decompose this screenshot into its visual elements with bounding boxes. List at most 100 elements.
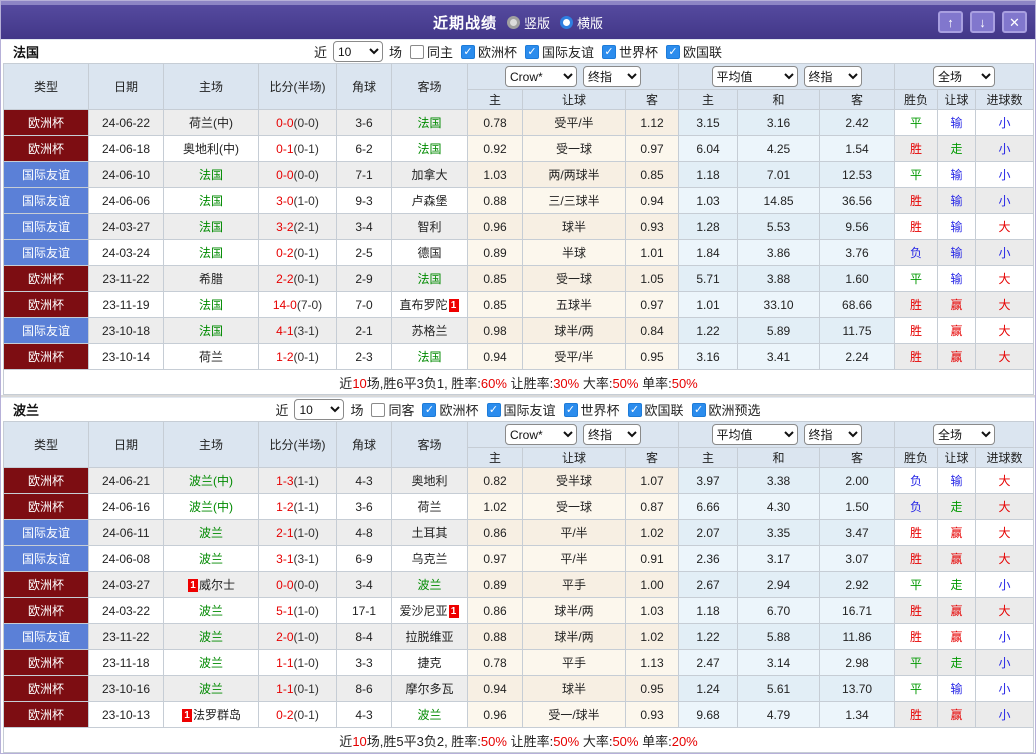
match-date: 24-06-10 bbox=[88, 161, 164, 188]
competition-checkbox[interactable]: ✓ bbox=[460, 44, 475, 59]
filter-row: 法国近 10 场同主 ✓ 欧洲杯 ✓ 国际友谊 ✓ 世界杯 ✓ 欧国联 bbox=[1, 39, 1035, 63]
away-team: 法国 bbox=[391, 109, 468, 136]
match-row: 欧洲杯 23-10-16 波兰 1-1(0-1) 8-6 摩尔多瓦 0.94 球半 0.95 1.… bbox=[3, 675, 1035, 702]
match-date: 24-06-18 bbox=[88, 135, 164, 162]
average-select[interactable]: 平均值 bbox=[711, 424, 798, 445]
avg-draw: 3.88 bbox=[737, 265, 821, 292]
odds-stage-select[interactable]: 终指 bbox=[583, 424, 642, 445]
away-team: 智利 bbox=[391, 213, 468, 240]
avg-stage-select[interactable]: 终指 bbox=[803, 424, 862, 445]
competition-checkbox[interactable]: ✓ bbox=[525, 44, 539, 59]
average-select[interactable]: 平均值 bbox=[711, 66, 798, 87]
competition-checkbox[interactable]: ✓ bbox=[627, 402, 642, 417]
home-team: 波兰 bbox=[163, 545, 259, 572]
near-label: 近 bbox=[275, 403, 289, 418]
avg-stage-select[interactable]: 终指 bbox=[803, 66, 862, 87]
result-outcome: 平 bbox=[894, 265, 939, 292]
score: 0-1(0-1) bbox=[258, 135, 337, 162]
red-card-badge: 1 bbox=[187, 579, 198, 593]
match-type-badge: 国际友谊 bbox=[3, 161, 89, 188]
column-subheader: 客 bbox=[819, 447, 896, 468]
result-handicap: 输 bbox=[937, 675, 977, 702]
horizontal-layout-radio[interactable]: 横版 bbox=[560, 13, 603, 32]
score: 1-1(0-1) bbox=[258, 675, 337, 702]
column-subheader: 客 bbox=[624, 89, 680, 110]
competition-checkbox[interactable]: ✓ bbox=[691, 402, 706, 417]
away-team: 波兰 bbox=[391, 571, 468, 598]
match-row: 国际友谊 24-06-08 波兰 3-1(3-1) 6-9 乌克兰 0.97 平/半 0.91 2… bbox=[3, 545, 1035, 572]
match-date: 24-06-06 bbox=[88, 187, 164, 214]
avg-away: 11.86 bbox=[819, 623, 896, 650]
column-header: 比分(半场) bbox=[258, 421, 337, 468]
result-outcome: 胜 bbox=[894, 623, 939, 650]
result-goals: 大 bbox=[975, 213, 1035, 240]
odds-away: 1.07 bbox=[624, 467, 680, 494]
result-outcome: 胜 bbox=[894, 701, 939, 728]
odds-stage-select[interactable]: 终指 bbox=[583, 66, 642, 87]
away-team: 拉脱维亚 bbox=[391, 623, 468, 650]
match-count-select[interactable]: 10 bbox=[294, 399, 345, 420]
odds-home: 0.94 bbox=[467, 343, 523, 370]
avg-draw: 4.25 bbox=[737, 135, 821, 162]
odds-home: 1.02 bbox=[467, 493, 523, 520]
avg-home: 2.36 bbox=[678, 545, 739, 572]
match-type-badge: 欧洲杯 bbox=[3, 467, 89, 494]
horizontal-layout-label: 横版 bbox=[577, 15, 604, 31]
match-type-badge: 欧洲杯 bbox=[3, 291, 89, 318]
odds-away: 1.13 bbox=[624, 649, 680, 676]
team-section: 波兰近 10 场同客 ✓ 欧洲杯 ✓ 国际友谊 ✓ 世界杯 ✓ 欧国联 ✓ 欧洲预选 类型 日期 主场 比分(半… bbox=[1, 395, 1035, 753]
arrow-up-icon: ↑ bbox=[947, 14, 954, 30]
column-header: 角球 bbox=[336, 421, 392, 468]
competition-checkbox[interactable]: ✓ bbox=[666, 44, 681, 59]
odds-group-header: Crow* 终指 bbox=[466, 421, 680, 448]
move-up-button[interactable]: ↑ bbox=[938, 11, 963, 33]
same-venue-checkbox[interactable] bbox=[371, 402, 386, 417]
score: 1-2(1-1) bbox=[258, 493, 337, 520]
avg-home: 1.03 bbox=[678, 187, 739, 214]
close-button[interactable]: ✕ bbox=[1002, 11, 1027, 33]
corner-score: 3-4 bbox=[336, 571, 392, 598]
away-team: 爱沙尼亚 1 bbox=[391, 597, 468, 624]
match-date: 24-06-11 bbox=[88, 519, 164, 546]
avg-away: 2.98 bbox=[819, 649, 896, 676]
score: 2-1(1-0) bbox=[258, 519, 337, 546]
odds-handicap: 球半 bbox=[522, 213, 626, 240]
filter-row: 波兰近 10 场同客 ✓ 欧洲杯 ✓ 国际友谊 ✓ 世界杯 ✓ 欧国联 ✓ 欧洲预选 bbox=[1, 397, 1035, 421]
column-subheader: 主 bbox=[678, 89, 739, 110]
corner-score: 8-6 bbox=[336, 675, 392, 702]
avg-away: 1.50 bbox=[819, 493, 896, 520]
competition-checkbox[interactable]: ✓ bbox=[602, 44, 617, 59]
bookmaker-select[interactable]: Crow* bbox=[505, 424, 578, 445]
odds-home: 0.96 bbox=[467, 701, 523, 728]
competition-checkbox[interactable]: ✓ bbox=[422, 402, 437, 417]
avg-away: 3.47 bbox=[819, 519, 896, 546]
away-team: 加拿大 bbox=[391, 161, 468, 188]
column-subheader: 和 bbox=[737, 89, 821, 110]
bookmaker-select[interactable]: Crow* bbox=[505, 66, 578, 87]
result-outcome: 平 bbox=[894, 109, 939, 136]
competition-checkbox[interactable]: ✓ bbox=[486, 402, 501, 417]
scope-select[interactable]: 全场 bbox=[933, 424, 996, 445]
vertical-layout-radio[interactable]: 竖版 bbox=[506, 13, 550, 32]
corner-score: 7-1 bbox=[336, 161, 392, 188]
match-row: 欧洲杯 24-03-22 波兰 5-1(1-0) 17-1 爱沙尼亚 1 0.86 球半/两 1.… bbox=[3, 597, 1035, 624]
score: 0-0(0-0) bbox=[258, 161, 337, 188]
competition-checkbox[interactable]: ✓ bbox=[563, 402, 578, 417]
competition-label: 世界杯 bbox=[619, 45, 659, 60]
result-outcome: 胜 bbox=[894, 343, 939, 370]
odds-away: 0.95 bbox=[624, 675, 680, 702]
column-subheader: 让球 bbox=[937, 447, 977, 468]
column-header: 类型 bbox=[3, 63, 89, 110]
avg-home: 2.07 bbox=[678, 519, 739, 546]
avg-home: 1.84 bbox=[678, 239, 739, 266]
arrow-down-icon: ↓ bbox=[979, 14, 986, 30]
match-count-select[interactable]: 10 bbox=[332, 41, 383, 62]
same-venue-checkbox[interactable] bbox=[409, 44, 424, 59]
odds-handicap: 五球半 bbox=[522, 291, 626, 318]
odds-away: 1.02 bbox=[624, 519, 680, 546]
avg-away: 1.60 bbox=[819, 265, 896, 292]
odds-home: 0.94 bbox=[467, 675, 523, 702]
scope-select[interactable]: 全场 bbox=[933, 66, 996, 87]
move-down-button[interactable]: ↓ bbox=[970, 11, 995, 33]
avg-away: 2.24 bbox=[819, 343, 896, 370]
